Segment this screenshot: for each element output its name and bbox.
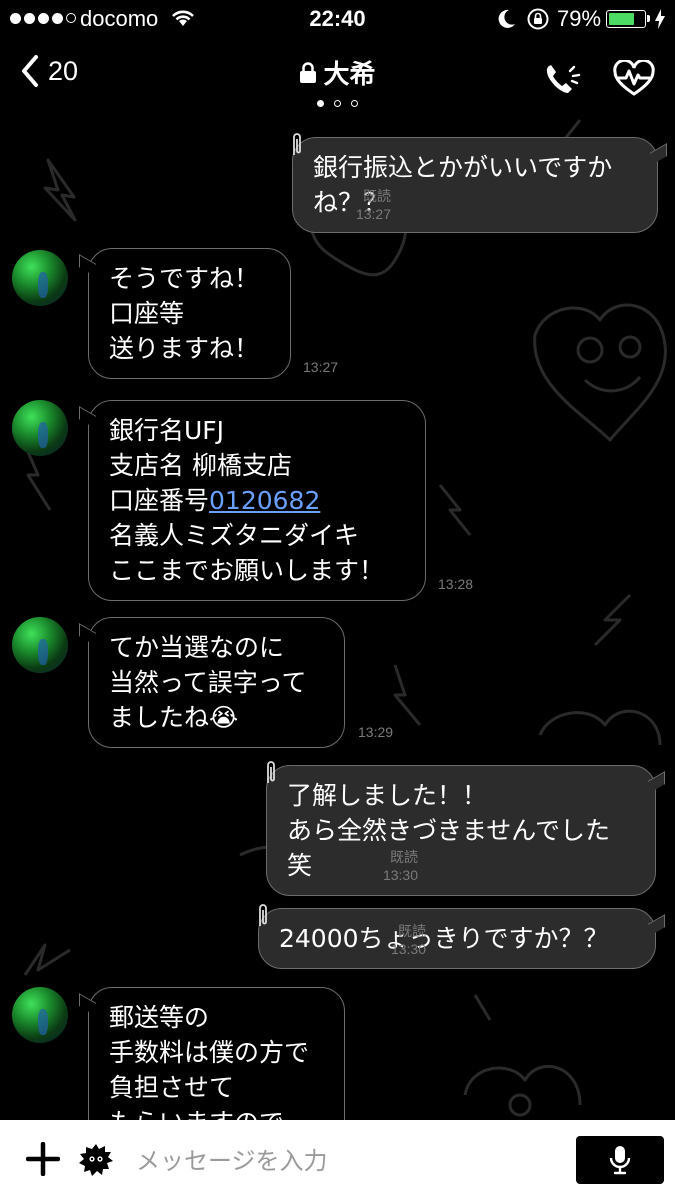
received-message-bubble[interactable]: そうですね！ 口座等 送りますね！ <box>88 248 291 379</box>
message-time: 13:30 <box>390 941 426 957</box>
contact-name: 大希 <box>323 60 376 90</box>
message-line: 名義人ミズタニダイキ <box>109 521 360 550</box>
contact-avatar[interactable] <box>12 987 68 1043</box>
contact-avatar[interactable] <box>12 617 68 673</box>
message-line: 支店名 柳橋支店 <box>109 451 292 480</box>
read-receipt: 既読 <box>363 188 391 204</box>
pin-icon <box>267 761 275 783</box>
lock-icon <box>300 61 317 83</box>
sticker-icon[interactable] <box>78 1142 114 1178</box>
received-message-bubble[interactable]: 銀行名UFJ 支店名 柳橋支店 口座番号0120682 名義人ミズタニダイキ ここまでお… <box>88 400 426 601</box>
charging-bolt-icon <box>655 9 665 29</box>
message-time: 13:30 <box>382 867 418 883</box>
pin-icon <box>293 133 301 155</box>
voice-message-button[interactable] <box>576 1136 664 1184</box>
received-message-bubble[interactable]: 郵送等の 手数料は僕の方で 負担させて もらいますので <box>88 987 345 1120</box>
message-time: 13:27 <box>355 206 391 222</box>
do-not-disturb-moon-icon <box>498 9 515 28</box>
message-meta: 既読 13:27 <box>356 187 391 223</box>
message-meta: 13:27 <box>303 358 338 376</box>
sent-message-bubble[interactable]: 了解しました！！ あら全然きづきませんでした 笑 <box>266 765 656 896</box>
page-dot <box>317 100 324 107</box>
call-icon[interactable] <box>543 62 583 98</box>
message-text: 郵送等の 手数料は僕の方で 負担させて もらいますので <box>109 1003 310 1120</box>
sent-message-bubble[interactable]: 銀行振込とかがいいですか ね？？ <box>292 137 658 233</box>
page-dot <box>351 100 358 107</box>
message-text: てか当選なのに 当然って誤字って ましたね😭 <box>109 633 307 732</box>
message-line: ここまでお願いします！ <box>109 556 385 585</box>
message-line: 口座番号0120682 <box>109 483 405 518</box>
contact-avatar[interactable] <box>12 250 68 306</box>
plus-icon[interactable] <box>26 1142 60 1176</box>
chat-header: 20 大希 <box>0 40 675 115</box>
message-meta: 既読 13:30 <box>383 848 418 884</box>
message-input[interactable] <box>134 1138 558 1184</box>
account-number-link[interactable]: 0120682 <box>209 486 320 515</box>
message-meta: 既読 13:30 <box>391 922 426 958</box>
message-line: 銀行名UFJ <box>109 416 225 445</box>
battery-tip <box>647 15 650 22</box>
read-receipt: 既読 <box>390 849 418 865</box>
status-bar: docomo 22:40 79% <box>0 0 675 40</box>
message-time: 13:27 <box>303 359 339 375</box>
sent-message-bubble[interactable]: 24000ちょっきりですか？？ <box>258 908 656 969</box>
battery-icon <box>606 10 646 28</box>
message-text: 24000ちょっきりですか？？ <box>279 924 609 953</box>
rotation-lock-icon <box>527 8 549 30</box>
account-number-label: 口座番号 <box>109 486 210 515</box>
message-time: 13:28 <box>438 576 474 592</box>
message-text: 了解しました！！ あら全然きづきませんでした 笑 <box>287 781 611 880</box>
microphone-icon <box>609 1146 631 1175</box>
heart-menu-icon[interactable] <box>612 60 656 98</box>
message-meta: 13:28 <box>438 575 473 593</box>
pin-icon <box>259 904 267 926</box>
contact-avatar[interactable] <box>12 400 68 456</box>
message-text: そうですね！ 口座等 送りますね！ <box>109 264 260 363</box>
received-message-bubble[interactable]: てか当選なのに 当然って誤字って ましたね😭 <box>88 617 345 748</box>
battery-percentage: 79% <box>557 6 602 31</box>
page-dot <box>334 100 341 107</box>
chat-area[interactable]: 銀行振込とかがいいですか ね？？ 既読 13:27 そうですね！ 口座等 送りますね！… <box>0 115 675 1120</box>
input-bar <box>0 1120 675 1200</box>
message-meta: 13:29 <box>358 723 393 741</box>
read-receipt: 既読 <box>398 923 426 939</box>
chat-title[interactable]: 大希 <box>299 54 376 91</box>
message-time: 13:29 <box>358 724 394 740</box>
